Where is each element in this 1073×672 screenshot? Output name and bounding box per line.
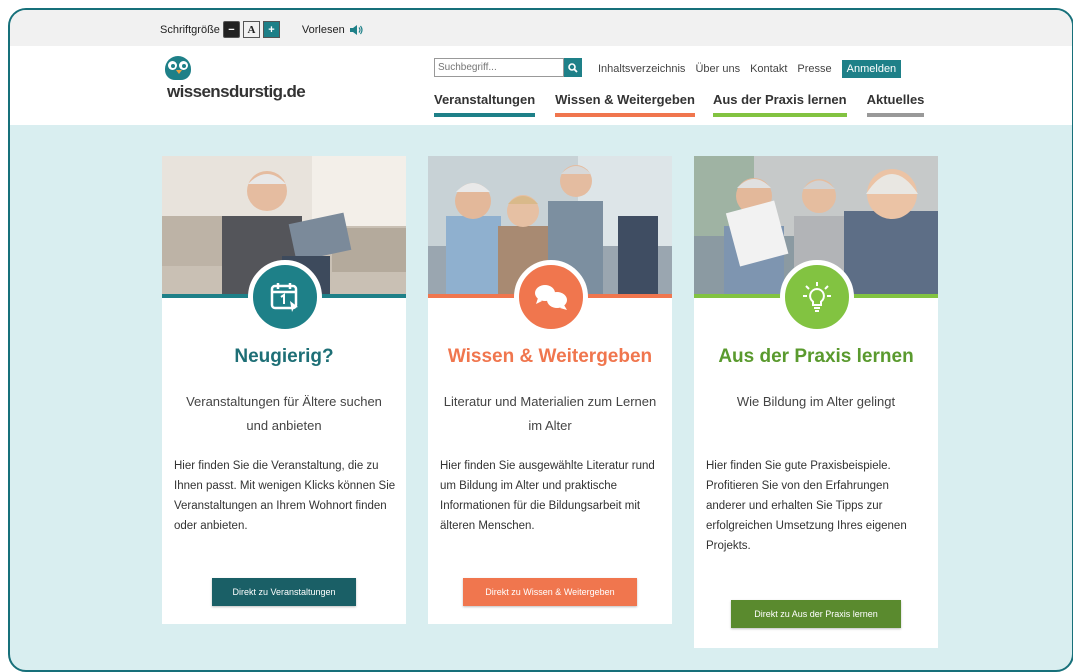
calendar-click-icon — [248, 260, 322, 334]
logo-text: wissensdurstig.de — [167, 82, 306, 101]
card-title: Wissen & Weitergeben — [447, 346, 653, 367]
read-aloud-button[interactable]: Vorlesen — [302, 24, 363, 36]
nav-aus-der-praxis-lernen[interactable]: Aus der Praxis lernen — [712, 92, 847, 117]
link-ueber-uns[interactable]: Über uns — [695, 63, 740, 75]
nav-veranstaltungen[interactable]: Veranstaltungen — [434, 92, 536, 117]
card-button-wissen-weitergeben[interactable]: Direkt zu Wissen & Weitergeben — [463, 578, 637, 606]
owl-logo-icon — [165, 56, 191, 80]
link-kontakt[interactable]: Kontakt — [750, 63, 787, 75]
search-form — [434, 58, 582, 77]
search-input[interactable] — [434, 58, 564, 77]
nav-aktuelles[interactable]: Aktuelles — [866, 92, 925, 117]
card-description: Hier finden Sie gute Praxisbeispiele. Pr… — [706, 460, 907, 552]
card-description: Hier finden Sie die Veranstaltung, die z… — [174, 460, 396, 532]
speaker-icon — [349, 24, 363, 35]
card-subtitle: Literatur und Materialien zum Lernen im … — [443, 394, 657, 433]
nav-wissen-weitergeben[interactable]: Wissen & Weitergeben — [555, 92, 695, 117]
read-aloud-label: Vorlesen — [301, 23, 345, 36]
card-button-veranstaltungen[interactable]: Direkt zu Veranstaltungen — [212, 578, 356, 606]
card-aus-der-praxis-lernen: Aus der Praxis lernen Wie Bildung im Alt… — [694, 156, 938, 648]
font-reset-button[interactable]: A — [242, 21, 260, 38]
card-description: Hier finden Sie ausgewählte Literatur ru… — [440, 460, 655, 532]
font-size-label: Schriftgröße — [160, 23, 220, 36]
lightbulb-icon — [780, 260, 854, 334]
speech-bubbles-icon — [514, 260, 588, 334]
search-button[interactable] — [564, 58, 582, 77]
link-inhaltsverzeichnis[interactable]: Inhaltsverzeichnis — [598, 63, 685, 75]
meta-nav: Inhaltsverzeichnis Über uns Kontakt Pres… — [598, 60, 902, 78]
accessibility-bar: Schriftgröße − A + Vorlesen — [10, 10, 1072, 46]
card-title: Neugierig? — [234, 346, 334, 367]
card-wissen-weitergeben: Wissen & Weitergeben Literatur und Mater… — [428, 156, 672, 624]
link-presse[interactable]: Presse — [797, 63, 831, 75]
accessibility-tools: Schriftgröße − A + Vorlesen — [160, 21, 363, 38]
search-icon — [568, 62, 578, 73]
main-nav: Veranstaltungen Wissen & Weitergeben Aus… — [434, 92, 925, 117]
site-header: wissensdurstig.de Inhaltsverzeichnis Übe… — [10, 46, 1072, 125]
card-subtitle: Wie Bildung im Alter gelingt — [736, 394, 896, 409]
font-increase-button[interactable]: + — [262, 21, 280, 38]
font-decrease-button[interactable]: − — [222, 21, 240, 38]
card-button-aus-der-praxis-lernen[interactable]: Direkt zu Aus der Praxis lernen — [731, 600, 901, 628]
card-veranstaltungen: Neugierig? Veranstaltungen für Ältere su… — [162, 156, 406, 624]
browser-frame: Schriftgröße − A + Vorlesen wissensdurst… — [8, 8, 1073, 672]
card-subtitle: Veranstaltungen für Ältere suchen und an… — [186, 394, 382, 433]
login-button[interactable]: Anmelden — [841, 60, 902, 78]
card-title: Aus der Praxis lernen — [718, 346, 914, 367]
